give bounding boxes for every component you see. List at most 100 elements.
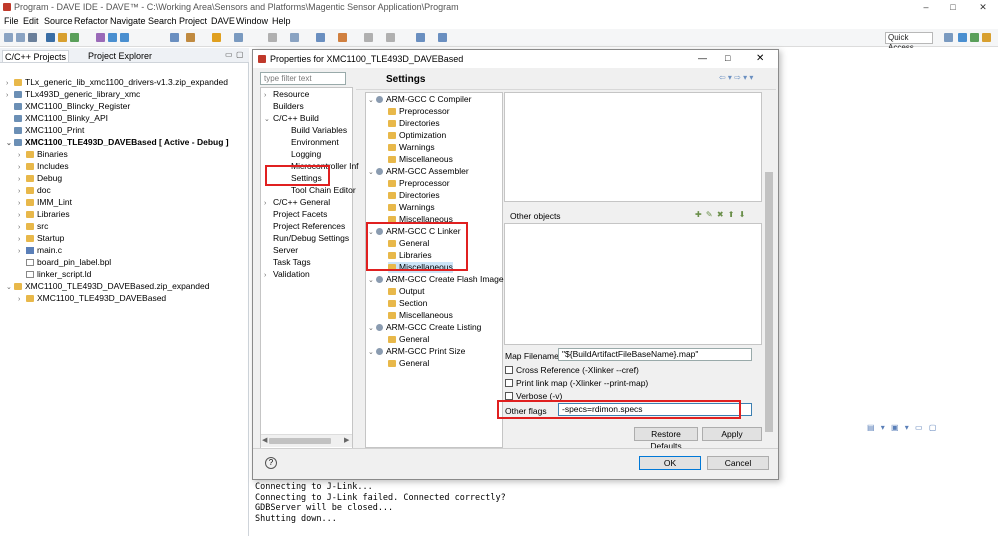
forward-icon[interactable] <box>438 33 447 42</box>
flash-icon[interactable] <box>170 33 179 42</box>
category-arrow-icon[interactable]: › <box>264 270 273 281</box>
category-arrow-icon[interactable]: ⌄ <box>264 114 273 125</box>
category-scroll-thumb[interactable] <box>269 438 331 444</box>
category-arrow-icon[interactable]: › <box>264 90 273 101</box>
settings-scroll-thumb[interactable] <box>765 172 773 432</box>
menu-help[interactable]: Help <box>272 16 291 26</box>
tree-item[interactable]: › Libraries <box>18 209 70 220</box>
tree-item[interactable]: › Debug <box>18 173 62 184</box>
tool-option-node[interactable]: Directories <box>388 190 440 201</box>
collapsed-arrow-icon[interactable]: › <box>6 90 14 101</box>
generate-icon[interactable] <box>96 33 105 42</box>
tree-item[interactable]: XMC1100_Print <box>6 125 84 136</box>
menu-file[interactable]: File <box>4 16 19 26</box>
tree-item[interactable]: XMC1100_Blincky_Register <box>6 101 130 112</box>
tool-option-node[interactable]: Warnings <box>388 202 435 213</box>
map-filename-input[interactable]: "${BuildArtifactFileBaseName}.map" <box>558 348 752 361</box>
collapsed-arrow-icon[interactable]: › <box>18 222 26 233</box>
other-objects-list[interactable] <box>504 223 762 345</box>
tool-node[interactable]: ⌄ ARM-GCC Assembler <box>368 166 469 178</box>
open-perspective-icon[interactable] <box>944 33 953 42</box>
debug-perspective-icon[interactable] <box>970 33 979 42</box>
category-item[interactable]: Server <box>264 245 298 256</box>
tool-node[interactable]: ⌄ ARM-GCC C Compiler <box>368 94 471 106</box>
tree-item[interactable]: › XMC1100_TLE493D_DAVEBased <box>18 293 166 304</box>
dialog-close-button[interactable]: ✕ <box>756 53 764 64</box>
page-nav-arrows[interactable]: ⇦ ▾ ⇨ ▾ ▾ <box>719 73 753 82</box>
menu-project[interactable]: Project <box>179 16 207 26</box>
collapsed-arrow-icon[interactable]: › <box>18 234 26 245</box>
category-item[interactable]: Environment <box>282 137 339 148</box>
menu-search[interactable]: Search <box>148 16 177 26</box>
category-item[interactable]: Run/Debug Settings <box>264 233 349 244</box>
collapsed-arrow-icon[interactable]: › <box>18 198 26 209</box>
category-hscrollbar[interactable]: ◀ ▶ <box>261 434 352 447</box>
folder-open-icon[interactable] <box>212 33 221 42</box>
menu-navigate[interactable]: Navigate <box>110 16 146 26</box>
expanded-arrow-icon[interactable]: ⌄ <box>368 167 376 178</box>
run-icon[interactable] <box>338 33 347 42</box>
dialog-minimize-button[interactable]: — <box>698 53 707 63</box>
maximize-panel-icon[interactable]: ▢ <box>236 50 244 59</box>
search-icon[interactable] <box>234 33 243 42</box>
save-all-icon[interactable] <box>28 33 37 42</box>
pin-mapping-icon[interactable] <box>120 33 129 42</box>
category-item[interactable]: › Validation <box>264 269 310 281</box>
category-item[interactable]: Project Facets <box>264 209 327 220</box>
tool-option-node[interactable]: Optimization <box>388 130 446 141</box>
filter-input[interactable]: type filter text <box>260 72 346 85</box>
menu-edit[interactable]: Edit <box>23 16 39 26</box>
category-item[interactable]: › C/C++ General <box>264 197 330 209</box>
toggle-icon[interactable] <box>290 33 299 42</box>
save-icon[interactable] <box>16 33 25 42</box>
tool-node[interactable]: ⌄ ARM-GCC Create Listing <box>368 322 481 334</box>
settings-vscrollbar[interactable] <box>764 92 774 448</box>
app-dependency-icon[interactable] <box>108 33 117 42</box>
tool-option-node[interactable]: General <box>388 358 429 369</box>
collapsed-arrow-icon[interactable]: › <box>18 150 26 161</box>
minimize-button[interactable]: – <box>919 1 933 13</box>
tree-item[interactable]: XMC1100_Blinky_API <box>6 113 108 124</box>
ok-button[interactable]: OK <box>639 456 701 470</box>
tree-item[interactable]: › Startup <box>18 233 64 244</box>
tool-node[interactable]: ⌄ ARM-GCC Create Flash Image <box>368 274 504 286</box>
annotation-icon[interactable] <box>364 33 373 42</box>
tree-item[interactable]: › doc <box>18 185 51 196</box>
tree-item[interactable]: › TLx493D_generic_library_xmc <box>6 89 140 100</box>
tree-item[interactable]: › main.c <box>18 245 62 256</box>
cancel-button[interactable]: Cancel <box>707 456 769 470</box>
collapsed-arrow-icon[interactable]: › <box>18 210 26 221</box>
tool-option-node[interactable]: Preprocessor <box>388 178 450 189</box>
collapsed-arrow-icon[interactable]: › <box>18 294 26 305</box>
tab-cpp-projects[interactable]: C/C++ Projects <box>2 50 70 62</box>
cpp-perspective-icon[interactable] <box>958 33 967 42</box>
collapsed-arrow-icon[interactable]: › <box>18 186 26 197</box>
cross-reference-checkbox[interactable]: Cross Reference (-Xlinker --cref) <box>505 365 639 375</box>
tool-option-node[interactable]: Section <box>388 298 427 309</box>
category-item[interactable]: Build Variables <box>282 125 347 136</box>
category-item[interactable]: ⌄ C/C++ Build <box>264 113 319 125</box>
tree-item[interactable]: › src <box>18 221 48 232</box>
settings-gear-icon[interactable] <box>316 33 325 42</box>
view-toolbar-icons[interactable]: ▤ ▾ ▣ ▾ ▭ ▢ <box>867 423 938 432</box>
collapsed-arrow-icon[interactable]: › <box>18 246 26 257</box>
help-icon[interactable]: ? <box>265 457 277 469</box>
dialog-maximize-button[interactable]: □ <box>725 53 730 63</box>
build-icon[interactable] <box>46 33 55 42</box>
menu-window[interactable]: Window <box>236 16 268 26</box>
close-window-button[interactable]: ✕ <box>976 1 990 13</box>
mark-icon[interactable] <box>268 33 277 42</box>
collapsed-arrow-icon[interactable]: › <box>18 162 26 173</box>
minimize-panel-icon[interactable]: ▭ <box>225 50 233 59</box>
menu-refactor[interactable]: Refactor <box>74 16 108 26</box>
tree-item[interactable]: › TLx_generic_lib_xmc1100_drivers-v1.3.zi… <box>6 77 228 88</box>
category-item[interactable]: Task Tags <box>264 257 311 268</box>
debug-icon[interactable] <box>70 33 79 42</box>
other-objects-toolbar[interactable]: ✚ ✎ ✖ ⬆ ⬇ <box>695 210 746 219</box>
tab-project-explorer[interactable]: Project Explorer <box>86 50 154 62</box>
category-item[interactable]: Builders <box>264 101 304 112</box>
category-item[interactable]: Tool Chain Editor <box>282 185 356 196</box>
expanded-arrow-icon[interactable]: ⌄ <box>368 275 376 286</box>
maximize-button[interactable]: □ <box>946 1 960 13</box>
expanded-arrow-icon[interactable]: ⌄ <box>368 95 376 106</box>
